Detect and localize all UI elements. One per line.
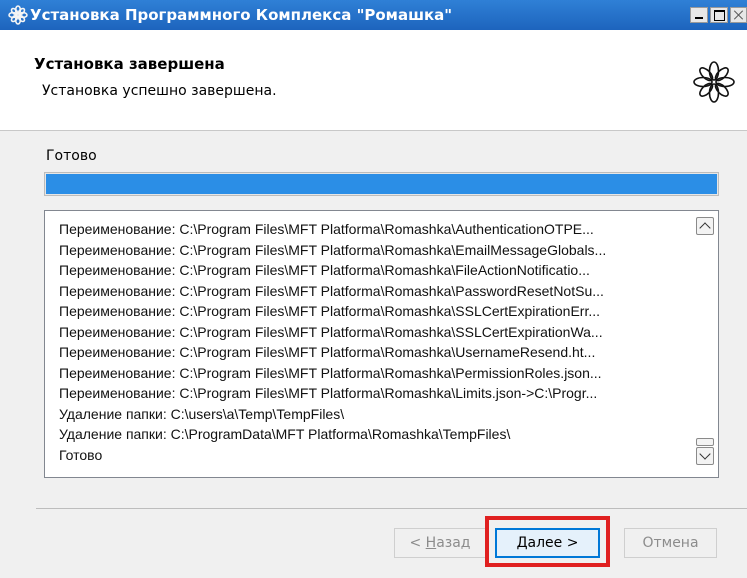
log-line: Переименование: C:\Program Files\MFT Pla… (59, 344, 596, 360)
close-button[interactable] (730, 7, 747, 23)
log-line: Готово (59, 446, 103, 463)
back-accel: Н (425, 535, 437, 551)
log-line: Удаление папки: C:\users\a\Temp\TempFile… (59, 405, 345, 422)
log-line: Переименование: C:\Program Files\MFT Pla… (59, 323, 603, 340)
installer-window: Установка Программного Комплекса "Ромашк… (0, 0, 747, 578)
log-line: Переименование: C:\Program Files\MFT Pla… (59, 262, 590, 278)
next-accel: Д (516, 535, 528, 551)
log-lines: Переименование: C:\Program Files\MFT Pla… (59, 219, 699, 465)
minimize-button[interactable] (690, 7, 708, 23)
wizard-header: Установка завершена Установка успешно за… (0, 30, 747, 131)
install-log-list[interactable]: Переименование: C:\Program Files\MFT Pla… (44, 210, 719, 478)
title-bar[interactable]: Установка Программного Комплекса "Ромашк… (0, 0, 747, 30)
back-button[interactable]: < Назад (394, 528, 486, 558)
flower-logo-icon (693, 61, 735, 103)
chevron-up-icon (699, 222, 711, 234)
back-prefix: < (409, 535, 426, 551)
progress-fill (46, 174, 717, 194)
log-line: Переименование: C:\Program Files\MFT Pla… (59, 385, 598, 401)
log-line: Переименование: C:\Program Files\MFT Pla… (59, 221, 594, 237)
cancel-button[interactable]: Отмена (624, 528, 717, 558)
scroll-up-button[interactable] (696, 217, 714, 235)
next-button[interactable]: Далее > (495, 528, 600, 558)
log-line: Переименование: C:\Program Files\MFT Pla… (59, 241, 607, 258)
scroll-down-button[interactable] (696, 447, 714, 465)
progress-bar (44, 172, 719, 196)
log-line: Переименование: C:\Program Files\MFT Pla… (59, 364, 602, 381)
scrollbar-thumb[interactable] (696, 438, 714, 446)
next-rest: алее > (527, 535, 579, 551)
log-line: Переименование: C:\Program Files\MFT Pla… (59, 303, 600, 319)
chevron-down-icon (699, 448, 711, 460)
log-line: Переименование: C:\Program Files\MFT Pla… (59, 282, 604, 299)
window-title: Установка Программного Комплекса "Ромашк… (30, 6, 453, 24)
maximize-button[interactable] (710, 7, 728, 23)
log-line: Удаление папки: C:\ProgramData\MFT Platf… (59, 426, 511, 442)
page-subtitle: Установка успешно завершена. (42, 83, 277, 99)
status-label: Готово (46, 148, 97, 164)
back-rest: азад (436, 535, 471, 551)
flower-app-icon (8, 5, 28, 25)
footer-divider (36, 508, 747, 509)
page-title: Установка завершена (34, 55, 225, 73)
